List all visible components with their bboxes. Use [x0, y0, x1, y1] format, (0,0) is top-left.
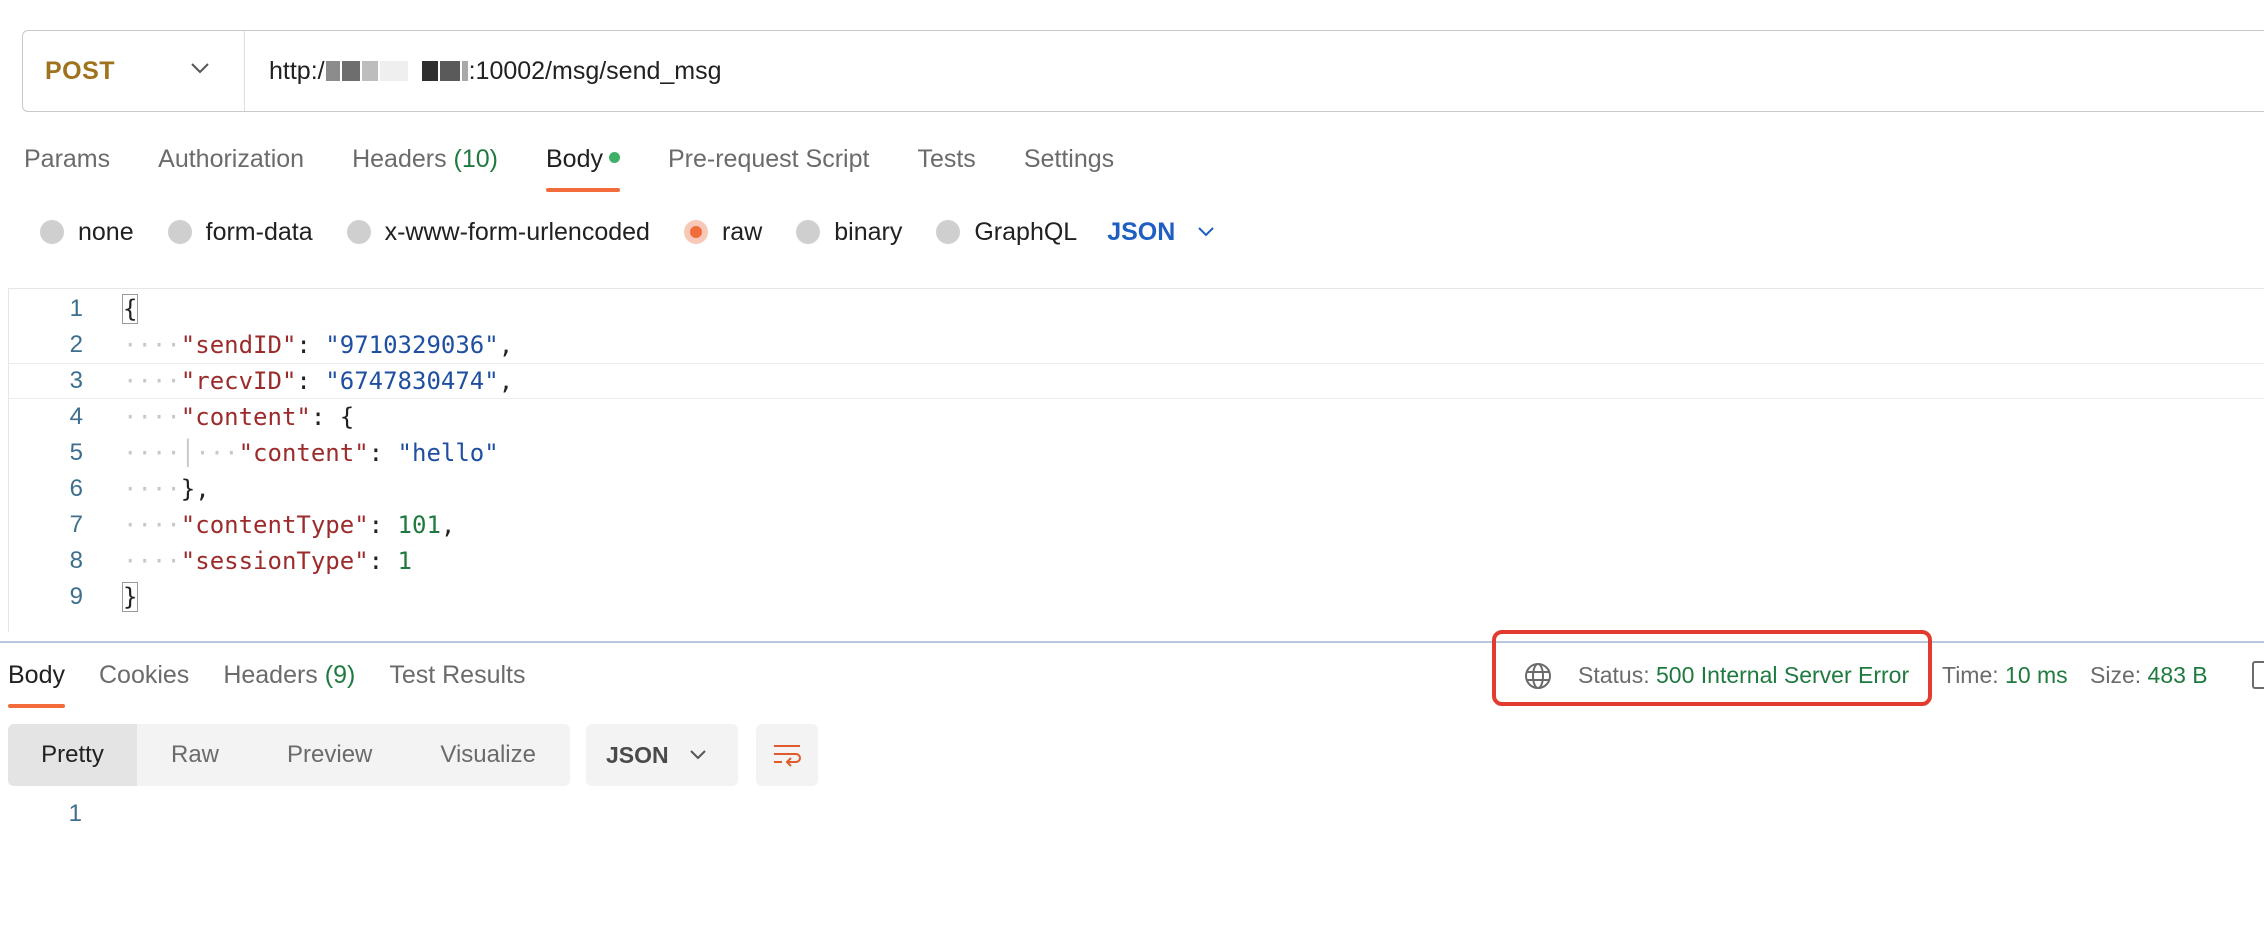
- mode-raw[interactable]: raw: [683, 218, 762, 247]
- tab-settings[interactable]: Settings: [1024, 142, 1114, 192]
- tab-params[interactable]: Params: [24, 142, 110, 192]
- code-text: ····│···"content": "hello": [123, 439, 499, 467]
- code-line[interactable]: 5 ····│···"content": "hello": [9, 435, 2264, 471]
- tab-pre-request-script[interactable]: Pre-request Script: [668, 142, 869, 192]
- radio-icon: [40, 220, 64, 244]
- url-suffix: :10002/msg/send_msg: [468, 56, 722, 85]
- code-line[interactable]: 2 ····"sendID": "9710329036",: [9, 327, 2264, 363]
- code-text: }: [121, 582, 139, 612]
- mode-form-data[interactable]: form-data: [167, 218, 313, 247]
- radio-icon: [936, 220, 961, 244]
- line-number: 2: [69, 331, 83, 358]
- code-text: ····"content": {: [123, 403, 355, 431]
- code-text: {: [121, 294, 139, 324]
- code-line[interactable]: 9}: [9, 579, 2264, 615]
- word-wrap-button[interactable]: [756, 724, 818, 786]
- status-value: 500 Internal Server Error: [1656, 662, 1910, 688]
- resp-headers-count: (9): [324, 661, 356, 689]
- size-value: 483 B: [2147, 662, 2208, 688]
- chevron-down-icon: [191, 63, 209, 74]
- code-line[interactable]: 7 ····"contentType": 101,: [9, 507, 2264, 543]
- globe-icon[interactable]: [1522, 660, 1554, 692]
- radio-icon: [346, 220, 371, 244]
- code-line[interactable]: 8 ····"sessionType": 1: [9, 543, 2264, 579]
- response-line-number: 1: [68, 800, 82, 827]
- mode-urlencoded[interactable]: x-www-form-urlencoded: [346, 218, 650, 247]
- chevron-down-icon: [689, 750, 706, 760]
- response-view-selector: Pretty Raw Preview Visualize: [8, 724, 570, 786]
- line-number: 9: [69, 583, 83, 610]
- body-language-dropdown[interactable]: JSON: [1107, 218, 1215, 247]
- resp-tab-test-results[interactable]: Test Results: [389, 658, 525, 708]
- request-tabs: Params Authorization Headers (10) Body P…: [24, 142, 1162, 192]
- chevron-down-icon: [1198, 227, 1215, 237]
- wrap-lines-icon: [774, 745, 801, 767]
- mode-graphql[interactable]: GraphQL: [936, 218, 1077, 247]
- request-bar: POST http:/ :10002/msg/send_msg: [22, 30, 2264, 112]
- response-format-dropdown[interactable]: JSON: [586, 724, 738, 786]
- view-visualize[interactable]: Visualize: [406, 724, 570, 786]
- mode-binary[interactable]: binary: [796, 218, 902, 247]
- code-line[interactable]: 6 ····},: [9, 471, 2264, 507]
- response-tabs: Body Cookies Headers (9) Test Results: [8, 658, 560, 708]
- tab-authorization[interactable]: Authorization: [158, 142, 304, 192]
- view-pretty[interactable]: Pretty: [8, 724, 137, 786]
- code-text: ····"sendID": "9710329036",: [123, 331, 514, 359]
- method-label: POST: [45, 56, 116, 85]
- line-number: 5: [69, 439, 83, 466]
- code-editor[interactable]: 1{2 ····"sendID": "9710329036", 3 ····"recv…: [8, 288, 2264, 632]
- code-text: ····"recvID": "6747830474",: [123, 367, 514, 395]
- code-text: ····"contentType": 101,: [123, 511, 456, 539]
- radio-selected-icon: [683, 220, 708, 244]
- method-selector[interactable]: POST: [23, 31, 245, 111]
- response-time[interactable]: Time: 10 ms: [1942, 662, 2068, 689]
- response-status[interactable]: Status: 500 Internal Server Error: [1578, 662, 1909, 689]
- resp-tab-cookies[interactable]: Cookies: [99, 658, 189, 708]
- tab-tests[interactable]: Tests: [917, 142, 975, 192]
- line-number: 4: [69, 403, 83, 430]
- response-size[interactable]: Size: 483 B: [2090, 662, 2208, 689]
- line-number: 3: [69, 367, 83, 394]
- headers-count: (10): [453, 145, 498, 173]
- resp-tab-headers[interactable]: Headers (9): [223, 658, 355, 708]
- view-preview[interactable]: Preview: [253, 724, 406, 786]
- resp-tab-body[interactable]: Body: [8, 658, 65, 708]
- radio-icon: [796, 220, 821, 244]
- line-number: 8: [69, 547, 83, 574]
- code-line[interactable]: 4 ····"content": {: [9, 399, 2264, 435]
- view-raw[interactable]: Raw: [137, 724, 253, 786]
- code-text: ····"sessionType": 1: [123, 547, 412, 575]
- url-prefix: http:/: [269, 56, 325, 85]
- line-number: 6: [69, 475, 83, 502]
- tab-body[interactable]: Body: [546, 142, 620, 192]
- save-response-icon[interactable]: [2252, 660, 2264, 690]
- time-value: 10 ms: [2005, 662, 2068, 688]
- url-input[interactable]: http:/ :10002/msg/send_msg: [245, 31, 722, 111]
- tab-headers[interactable]: Headers (10): [352, 142, 498, 192]
- body-modified-dot: [608, 151, 620, 163]
- url-redaction: [325, 61, 469, 81]
- body-mode-options: none form-data x-www-form-urlencoded raw…: [40, 214, 1215, 250]
- line-number: 7: [69, 511, 83, 538]
- code-line[interactable]: 3 ····"recvID": "6747830474",: [9, 363, 2264, 399]
- code-text: ····},: [123, 475, 210, 503]
- line-number: 1: [69, 295, 83, 322]
- radio-icon: [167, 220, 192, 244]
- code-line[interactable]: 1{: [9, 291, 2264, 327]
- mode-none[interactable]: none: [40, 218, 134, 247]
